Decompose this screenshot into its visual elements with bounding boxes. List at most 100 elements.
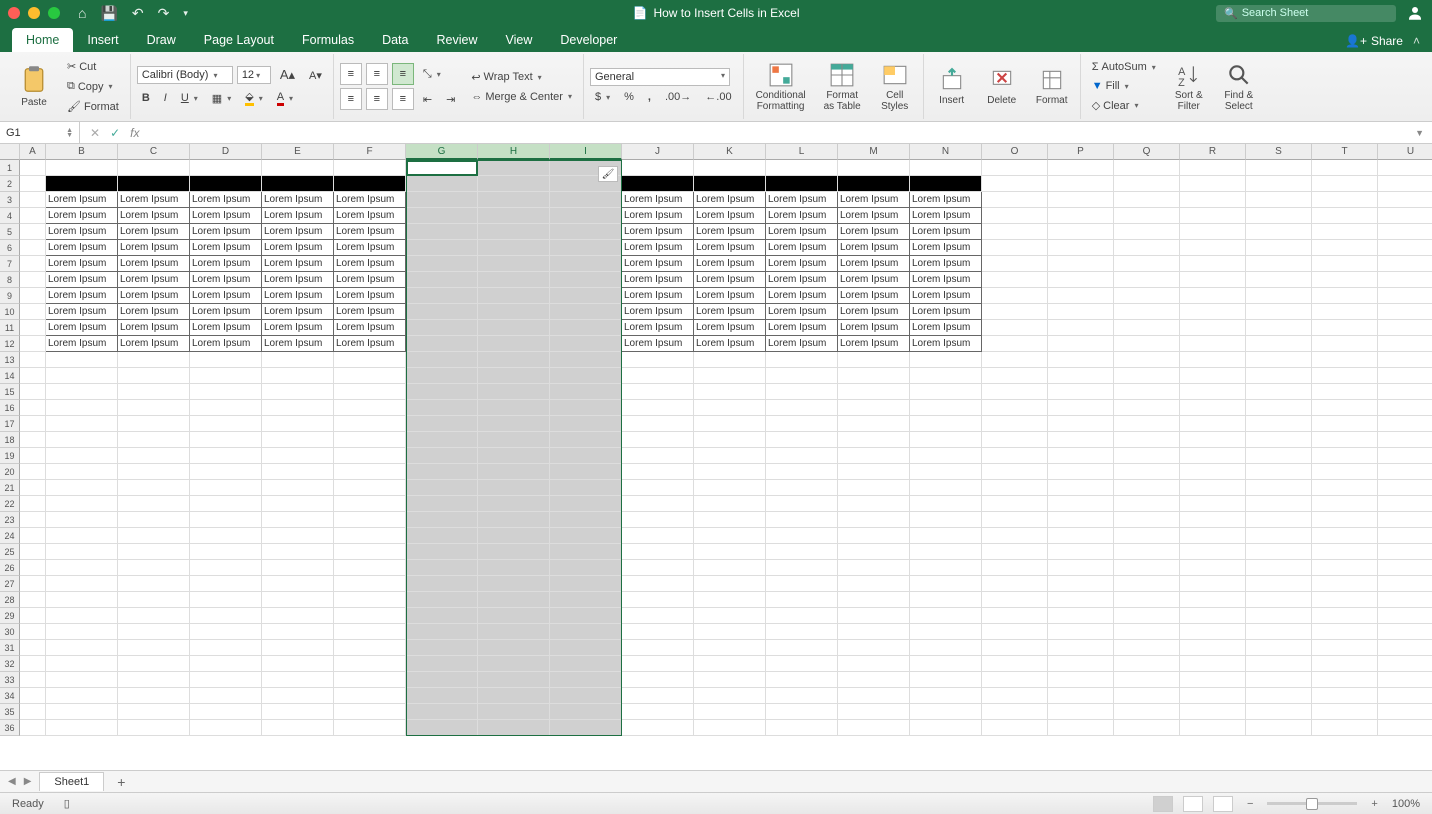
column-header[interactable]: R — [1180, 144, 1246, 160]
cell[interactable] — [190, 464, 262, 480]
cell[interactable] — [20, 160, 46, 176]
cell[interactable] — [478, 592, 550, 608]
cell[interactable] — [982, 400, 1048, 416]
cell[interactable] — [1378, 368, 1432, 384]
select-all-corner[interactable] — [0, 144, 20, 160]
cell[interactable] — [406, 160, 478, 176]
cut-button[interactable]: ✂Cut — [62, 58, 124, 75]
cell[interactable] — [910, 672, 982, 688]
maximize-window-button[interactable] — [48, 7, 60, 19]
cell[interactable] — [406, 432, 478, 448]
cell[interactable] — [46, 576, 118, 592]
cell[interactable] — [550, 256, 622, 272]
increase-indent-icon[interactable]: ⇥ — [441, 91, 460, 108]
cell[interactable] — [406, 480, 478, 496]
cell[interactable] — [46, 624, 118, 640]
increase-decimal-icon[interactable]: .00→ — [660, 89, 696, 105]
cell[interactable] — [20, 688, 46, 704]
cell[interactable] — [1114, 336, 1180, 352]
tab-view[interactable]: View — [491, 28, 546, 52]
cell[interactable] — [1246, 448, 1312, 464]
cell[interactable] — [20, 192, 46, 208]
cell[interactable] — [1378, 720, 1432, 736]
cell[interactable] — [1180, 416, 1246, 432]
cell[interactable] — [118, 480, 190, 496]
cell[interactable] — [1378, 384, 1432, 400]
cell[interactable] — [550, 240, 622, 256]
zoom-out-button[interactable]: − — [1243, 798, 1257, 810]
cell[interactable]: Lorem Ipsum — [622, 224, 694, 240]
cell[interactable] — [1114, 416, 1180, 432]
cell[interactable] — [982, 544, 1048, 560]
cell[interactable] — [766, 176, 838, 192]
cell[interactable] — [1378, 640, 1432, 656]
cell[interactable] — [46, 528, 118, 544]
cell[interactable] — [262, 544, 334, 560]
cell[interactable] — [910, 384, 982, 400]
cell[interactable] — [478, 400, 550, 416]
cell[interactable] — [1180, 672, 1246, 688]
column-header[interactable]: T — [1312, 144, 1378, 160]
cell[interactable] — [1114, 544, 1180, 560]
cell[interactable] — [622, 448, 694, 464]
cell[interactable] — [1048, 416, 1114, 432]
underline-button[interactable]: U▾ — [176, 90, 203, 106]
cell[interactable] — [190, 176, 262, 192]
border-button[interactable]: ▦▾ — [207, 90, 236, 107]
cell[interactable] — [622, 480, 694, 496]
cell[interactable]: Lorem Ipsum — [118, 304, 190, 320]
row-header[interactable]: 5 — [0, 224, 20, 240]
cell[interactable] — [1246, 320, 1312, 336]
cell[interactable] — [1246, 304, 1312, 320]
cell[interactable] — [1114, 624, 1180, 640]
fill-color-button[interactable]: ⬙▾ — [240, 88, 267, 108]
cell[interactable] — [262, 560, 334, 576]
cell[interactable] — [982, 464, 1048, 480]
cell[interactable] — [694, 576, 766, 592]
tab-home[interactable]: Home — [12, 28, 73, 52]
cell[interactable] — [334, 352, 406, 368]
row-header[interactable]: 14 — [0, 368, 20, 384]
cell[interactable]: Lorem Ipsum — [622, 256, 694, 272]
cell[interactable] — [20, 704, 46, 720]
cell[interactable] — [118, 704, 190, 720]
cell[interactable] — [406, 544, 478, 560]
cell[interactable] — [1048, 272, 1114, 288]
cell[interactable] — [1180, 576, 1246, 592]
cell[interactable] — [550, 528, 622, 544]
cell[interactable] — [190, 560, 262, 576]
cell[interactable] — [838, 400, 910, 416]
cell[interactable] — [20, 560, 46, 576]
cell[interactable] — [406, 384, 478, 400]
cell[interactable] — [982, 256, 1048, 272]
cell[interactable] — [1180, 640, 1246, 656]
cell[interactable] — [262, 176, 334, 192]
cell[interactable] — [838, 704, 910, 720]
cell[interactable] — [982, 528, 1048, 544]
cell[interactable] — [982, 160, 1048, 176]
cell[interactable] — [190, 352, 262, 368]
cell[interactable] — [334, 560, 406, 576]
cell[interactable] — [406, 224, 478, 240]
cell[interactable] — [982, 224, 1048, 240]
orientation-button[interactable]: ⤡▾ — [418, 66, 446, 83]
cell[interactable]: Lorem Ipsum — [334, 320, 406, 336]
cell[interactable]: Lorem Ipsum — [838, 208, 910, 224]
cell[interactable] — [334, 720, 406, 736]
cell[interactable] — [1048, 448, 1114, 464]
cell[interactable] — [838, 352, 910, 368]
cell[interactable]: Lorem Ipsum — [838, 256, 910, 272]
cell[interactable] — [46, 592, 118, 608]
macro-record-icon[interactable]: ▯ — [64, 797, 70, 810]
row-header[interactable]: 9 — [0, 288, 20, 304]
cell[interactable]: Lorem Ipsum — [262, 208, 334, 224]
cell[interactable] — [406, 368, 478, 384]
cell[interactable] — [550, 656, 622, 672]
cell[interactable]: Lorem Ipsum — [190, 224, 262, 240]
cell[interactable] — [478, 256, 550, 272]
cell[interactable]: Lorem Ipsum — [766, 288, 838, 304]
cell[interactable] — [910, 720, 982, 736]
cell[interactable] — [1312, 224, 1378, 240]
autosum-button[interactable]: ΣAutoSum▾ — [1087, 59, 1161, 75]
cell[interactable] — [406, 640, 478, 656]
